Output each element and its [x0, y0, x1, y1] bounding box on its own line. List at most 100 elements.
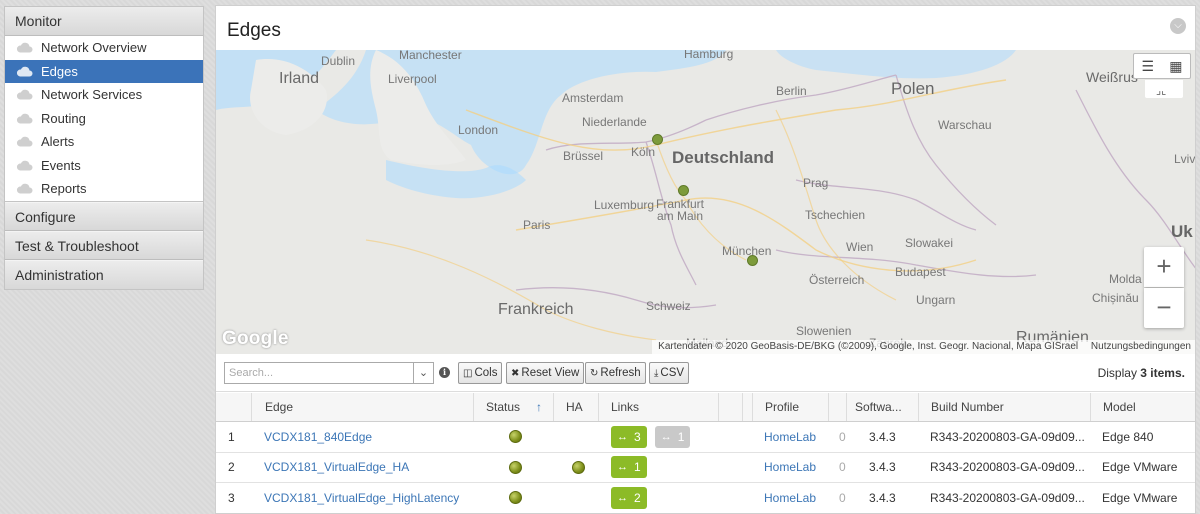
cols-button[interactable]: ◫ Cols — [458, 362, 503, 384]
map-label-prag: Prag — [803, 176, 829, 190]
col-edge-header[interactable]: Edge — [251, 393, 473, 421]
edge-name-link[interactable]: VCDX181_840Edge — [264, 422, 474, 452]
sidebar-item-events[interactable]: Events — [5, 154, 203, 178]
links-up-count: 3 — [634, 429, 641, 444]
edge-name-link[interactable]: VCDX181_VirtualEdge_HighLatency — [264, 483, 474, 513]
map-label-chisinau: Chișinău — [1092, 291, 1139, 305]
sidebar-item-label: Reports — [41, 181, 87, 196]
col-links-header[interactable]: Links — [598, 393, 718, 421]
links-up-count: 1 — [634, 460, 641, 475]
list-view-icon[interactable]: ☰ — [1142, 58, 1155, 75]
display-prefix: Display — [1097, 366, 1137, 380]
link-arrows-icon: ↔ — [660, 430, 672, 443]
map-label-wien: Wien — [846, 240, 874, 254]
links-up-badge[interactable]: ↔ 3 — [611, 425, 647, 448]
profile-link[interactable]: HomeLab — [764, 453, 824, 483]
display-count-value: 3 items. — [1140, 366, 1185, 380]
sidebar-item-network-overview[interactable]: Network Overview — [5, 36, 203, 60]
build-number: R343-20200803-GA-09d09... — [930, 429, 1085, 444]
edge-name-link[interactable]: VCDX181_VirtualEdge_HA — [264, 453, 474, 483]
links-up-badge[interactable]: ↔ 1 — [611, 456, 647, 479]
map-label-slowakei: Slowakei — [905, 236, 954, 250]
terms-link[interactable]: Nutzungsbedingungen — [1091, 341, 1191, 352]
profile-count: 0 — [839, 460, 846, 475]
cloud-icon — [16, 136, 33, 147]
edge-marker[interactable] — [678, 185, 689, 196]
grid-toolbar: ⌄ i ◫Cols ✖Reset View ↻Refresh ⤓CSV Disp… — [216, 354, 1195, 392]
map-attribution: Kartendaten © 2020 GeoBasis-DE/BKG (©200… — [652, 340, 1195, 354]
map-label-moldau: Molda — [1109, 272, 1142, 286]
edge-marker[interactable] — [652, 134, 663, 145]
map-label-deutschland: Deutschland — [672, 148, 775, 167]
section-configure[interactable]: Configure — [5, 201, 203, 231]
status-up-icon — [509, 491, 522, 505]
sidebar-item-label: Routing — [41, 110, 86, 126]
fullscreen-button[interactable]: ⌟⌞ — [1145, 80, 1183, 98]
edge-marker[interactable] — [747, 255, 758, 266]
table-row[interactable]: 2 VCDX181_VirtualEdge_HA ↔ 1 HomeLab 0 3.… — [216, 453, 1195, 483]
link-arrows-icon: ↔ — [617, 430, 628, 443]
map-label-manchester: Manchester — [399, 50, 462, 62]
map-label-slowenien: Slowenien — [796, 324, 852, 338]
sidebar-item-edges[interactable]: Edges — [5, 59, 203, 83]
refresh-button[interactable]: ↻ Refresh — [585, 362, 646, 384]
profile-link[interactable]: HomeLab — [764, 422, 824, 452]
sidebar-item-routing[interactable]: Routing — [5, 107, 203, 131]
cloud-icon — [16, 113, 33, 124]
map-label-irland: Irland — [279, 70, 320, 87]
table-row[interactable]: 3 VCDX181_VirtualEdge_HighLatency ↔ 2 Hom… — [216, 483, 1195, 513]
cloud-icon — [16, 183, 33, 194]
ha-up-icon — [572, 460, 585, 474]
info-icon[interactable]: i — [439, 367, 450, 378]
links-down-count: 1 — [677, 429, 685, 444]
status-cell — [509, 453, 529, 483]
col-profile-header[interactable]: Profile — [752, 393, 828, 421]
model-name: Edge VMware — [1102, 460, 1178, 475]
chevron-down-icon[interactable]: ⌄ — [414, 362, 434, 384]
profile-count: 0 — [839, 429, 846, 444]
view-toggle[interactable]: ☰ ▦ — [1133, 53, 1191, 79]
row-index: 1 — [228, 429, 235, 444]
links-up-badge[interactable]: ↔ 2 — [611, 486, 647, 509]
col-model-header[interactable]: Model — [1090, 393, 1194, 421]
col-ha-header[interactable]: HA — [553, 393, 598, 421]
section-test-troubleshoot[interactable]: Test & Troubleshoot — [5, 230, 203, 260]
cloud-icon — [16, 160, 33, 171]
table-row[interactable]: 1 VCDX181_840Edge ↔ 3 ↔ 1 HomeLab 0 3.4.3 … — [216, 422, 1195, 453]
col-software-header[interactable]: Softwa... — [846, 393, 918, 421]
sidebar-item-label: Edges — [41, 63, 78, 79]
edge-map[interactable]: Hamburg Manchester Dublin Irland Liverpo… — [216, 50, 1196, 354]
cloud-icon — [16, 66, 33, 77]
links-down-badge[interactable]: ↔ 1 — [654, 425, 691, 448]
links-cell: ↔ 1 — [611, 453, 741, 483]
csv-label: CSV — [660, 367, 685, 379]
sidebar-item-alerts[interactable]: Alerts — [5, 130, 203, 154]
zoom-out-button[interactable]: − — [1144, 288, 1184, 328]
col-build-header[interactable]: Build Number — [918, 393, 1090, 421]
zoom-in-button[interactable]: + — [1144, 247, 1184, 287]
profile-link[interactable]: HomeLab — [764, 483, 824, 513]
fullscreen-icon: ⌟⌞ — [1156, 85, 1167, 97]
map-label-budapest: Budapest — [895, 265, 946, 279]
section-monitor[interactable]: Monitor — [5, 7, 203, 36]
model-name: Edge 840 — [1102, 429, 1154, 444]
reset-view-button[interactable]: ✖ Reset View — [506, 362, 585, 384]
map-label-lviv: Lviv — [1174, 152, 1196, 166]
map-label-bruessel: Brüssel — [563, 149, 604, 163]
search-input[interactable] — [224, 362, 414, 384]
sidebar-item-network-services[interactable]: Network Services — [5, 83, 203, 107]
status-cell — [509, 422, 529, 452]
status-header-label: Status — [486, 400, 521, 414]
close-icon: ✖ — [511, 368, 520, 379]
col-status-header[interactable]: Status ↑ — [473, 393, 553, 421]
section-administration[interactable]: Administration — [5, 259, 203, 289]
status-cell — [509, 483, 529, 513]
csv-button[interactable]: ⤓ CSV — [649, 362, 690, 384]
grid-view-icon[interactable]: ▦ — [1169, 58, 1182, 75]
profile-count: 0 — [839, 490, 846, 505]
cloud-icon — [16, 42, 33, 53]
map-label-muenchen: München — [722, 244, 772, 258]
sidebar-item-reports[interactable]: Reports — [5, 177, 203, 201]
software-version: 3.4.3 — [869, 490, 896, 505]
collapse-icon[interactable]: ⌵ — [1170, 18, 1186, 34]
